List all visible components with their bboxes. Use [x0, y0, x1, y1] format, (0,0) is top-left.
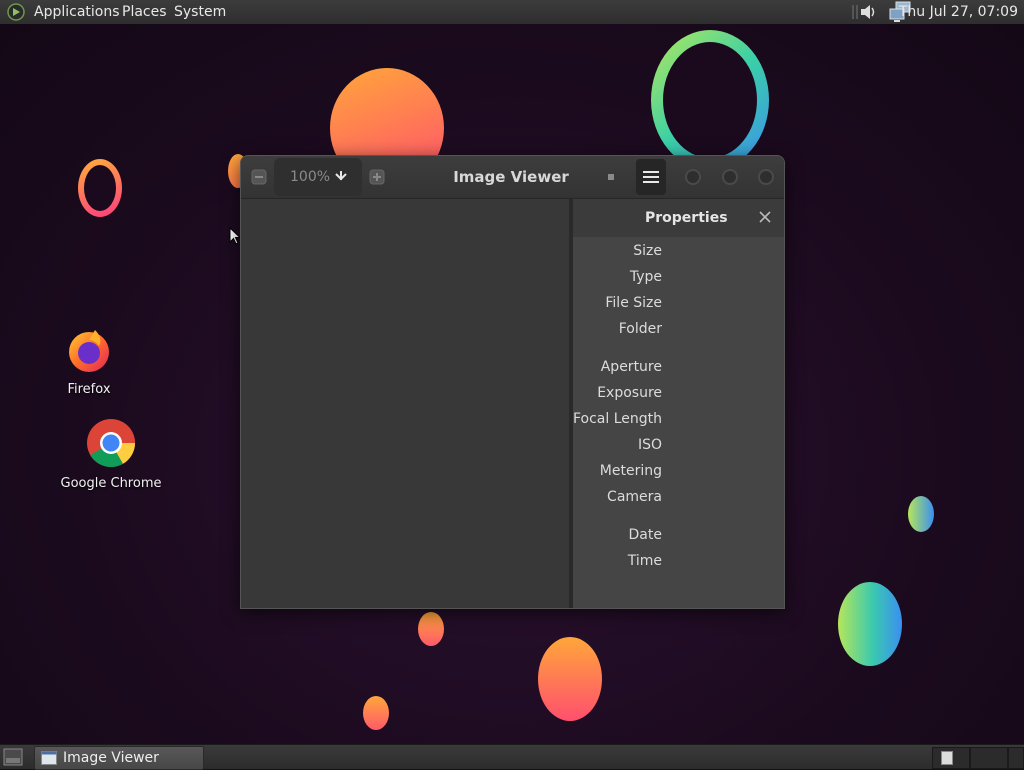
zoom-level: 100%	[290, 169, 331, 185]
wallpaper-ring	[651, 30, 769, 170]
taskbar-item-image-viewer[interactable]: Image Viewer	[34, 746, 204, 770]
prop-aperture: Aperture	[600, 359, 662, 375]
desktop-icon-firefox[interactable]: Firefox	[48, 326, 130, 397]
hamburger-menu-icon	[643, 171, 659, 183]
wallpaper-blob	[418, 612, 444, 646]
prop-date: Date	[628, 527, 662, 543]
maximize-icon[interactable]	[721, 168, 739, 186]
system-menu[interactable]: System	[174, 0, 226, 24]
taskbar-item-label: Image Viewer	[63, 750, 159, 766]
desktop-icon-label: Firefox	[67, 382, 111, 397]
minimize-icon[interactable]	[684, 168, 702, 186]
image-canvas[interactable]	[241, 199, 569, 608]
workspace-window-thumb	[941, 751, 953, 765]
chrome-icon	[87, 419, 135, 468]
prop-exposure: Exposure	[597, 385, 662, 401]
properties-title: Properties	[645, 210, 728, 226]
zoom-out-icon[interactable]	[251, 169, 267, 185]
prop-size: Size	[633, 243, 662, 259]
fullscreen-icon[interactable]	[607, 173, 615, 181]
window-title: Image Viewer	[453, 168, 569, 186]
prop-folder: Folder	[618, 321, 662, 337]
wallpaper-blob	[838, 582, 902, 666]
zoom-in-icon[interactable]	[369, 169, 385, 185]
chevron-down-icon	[335, 171, 347, 181]
prop-focal-length: Focal Length	[572, 411, 662, 427]
prop-metering: Metering	[599, 463, 662, 479]
mate-logo-icon[interactable]	[7, 3, 25, 21]
desktop-icon-google-chrome[interactable]: Google Chrome	[55, 418, 167, 491]
workspace-2[interactable]	[970, 747, 1008, 769]
close-properties-icon[interactable]	[758, 210, 772, 224]
applications-menu[interactable]: Applications	[34, 0, 120, 24]
volume-icon[interactable]	[858, 2, 878, 22]
workspace-3[interactable]	[1008, 747, 1024, 769]
prop-camera: Camera	[607, 489, 662, 505]
headerbar[interactable]: 100% Image Viewer	[241, 156, 784, 199]
prop-time: Time	[627, 553, 662, 569]
wallpaper-ring	[78, 159, 122, 217]
wallpaper-blob	[363, 696, 389, 730]
prop-file-size: File Size	[605, 295, 662, 311]
workspace-1[interactable]	[932, 747, 970, 769]
places-menu[interactable]: Places	[122, 0, 167, 24]
show-desktop-icon[interactable]	[3, 748, 23, 766]
close-window-icon[interactable]	[757, 168, 775, 186]
clock[interactable]: Thu Jul 27, 07:09	[899, 0, 1018, 24]
bottom-panel: Image Viewer	[0, 744, 1024, 770]
firefox-icon	[69, 330, 109, 372]
wallpaper-blob	[908, 496, 934, 532]
top-panel: Applications Places System Thu Jul 27, 0…	[0, 0, 1024, 25]
desktop-icon-label: Google Chrome	[60, 476, 162, 491]
prop-iso: ISO	[637, 437, 662, 453]
window-icon	[41, 751, 57, 765]
properties-header: Properties	[573, 199, 784, 237]
wallpaper-blob	[538, 637, 602, 721]
prop-type: Type	[629, 269, 662, 285]
menu-button[interactable]	[636, 159, 666, 195]
properties-panel: Properties Size Type File Size Folder Ap…	[573, 199, 784, 608]
image-viewer-window: 100% Image Viewer Properties Size Type F…	[240, 155, 785, 609]
zoom-level-dropdown[interactable]: 100%	[274, 158, 362, 196]
